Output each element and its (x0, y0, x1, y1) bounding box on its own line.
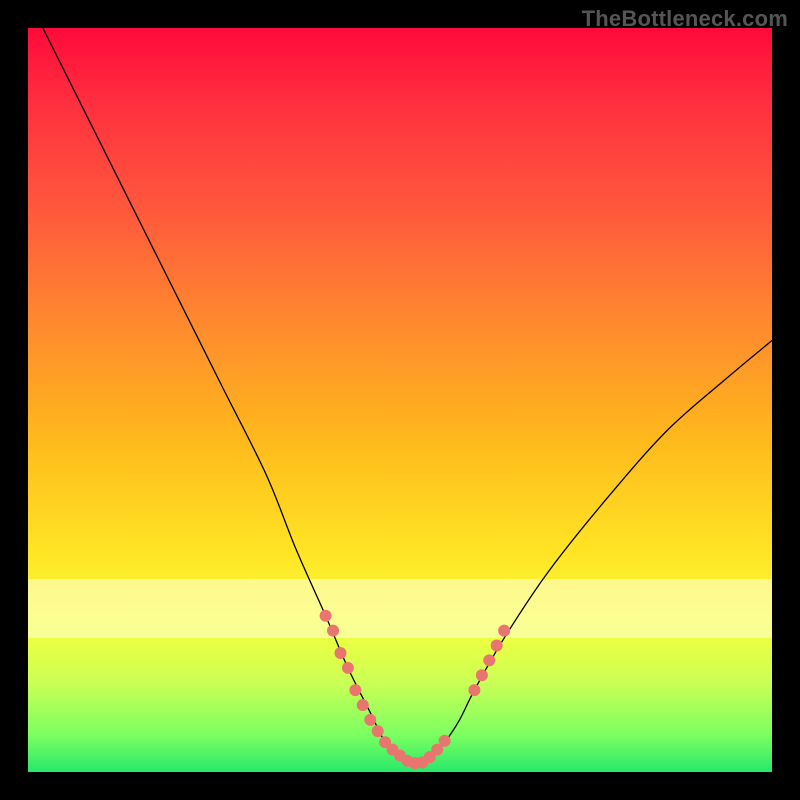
curve-dot (491, 640, 503, 652)
curve-dot (476, 669, 488, 681)
curve-dot (364, 714, 376, 726)
bottleneck-curve-svg (28, 28, 772, 772)
curve-dot (349, 684, 361, 696)
bottleneck-curve-path (43, 28, 772, 765)
curve-dot (439, 735, 451, 747)
curve-dot (327, 625, 339, 637)
curve-dot (357, 699, 369, 711)
curve-dot (498, 625, 510, 637)
curve-dot (468, 684, 480, 696)
curve-dot (342, 662, 354, 674)
curve-dots (320, 610, 511, 769)
curve-dot (334, 647, 346, 659)
curve-dot (320, 610, 332, 622)
plot-area (28, 28, 772, 772)
curve-dot (372, 725, 384, 737)
curve-dot (483, 654, 495, 666)
chart-container: TheBottleneck.com (0, 0, 800, 800)
watermark-text: TheBottleneck.com (582, 6, 788, 32)
